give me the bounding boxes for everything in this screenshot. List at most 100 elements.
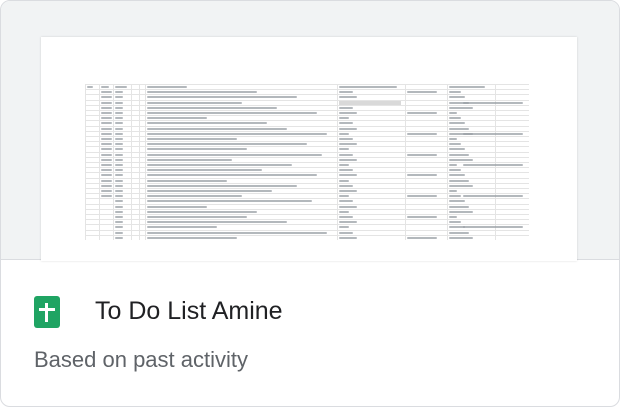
preview-cell-text	[101, 184, 112, 187]
preview-cell-text	[147, 200, 312, 203]
preview-cell-text	[147, 221, 287, 224]
preview-grid-row-line	[85, 141, 529, 143]
preview-cell-text	[147, 96, 297, 99]
preview-cell-text	[449, 216, 457, 218]
preview-grid-row-line	[85, 229, 529, 231]
preview-cell-text	[449, 190, 457, 192]
card-footer	[1, 260, 619, 406]
preview-cell-text	[115, 101, 123, 104]
preview-cell-text	[101, 106, 112, 109]
preview-cell-text	[339, 190, 357, 192]
preview-cell-text	[339, 226, 349, 229]
preview-grid-row-line	[85, 115, 529, 117]
preview-grid-row-line	[85, 193, 529, 195]
preview-cell-text	[449, 221, 461, 224]
preview-grid-row-line	[85, 234, 529, 236]
preview-cell-text	[115, 205, 123, 208]
preview-cell-text	[115, 158, 123, 161]
preview-grid-row-line	[85, 208, 529, 210]
preview-cell-text	[339, 174, 357, 177]
preview-cell-text	[101, 164, 112, 166]
preview-grid-row-line	[85, 99, 529, 101]
preview-cell-text	[101, 138, 112, 140]
preview-cell-text	[101, 148, 112, 151]
preview-cell-text	[339, 148, 349, 151]
preview-cell-text	[115, 132, 123, 135]
preview-cell-text	[101, 153, 112, 156]
preview-cell-text	[101, 127, 112, 130]
preview-cell-text	[115, 96, 123, 99]
preview-cell-text	[147, 205, 207, 208]
preview-cell-text	[115, 112, 123, 114]
preview-cell-text	[339, 96, 357, 99]
preview-cell-text	[449, 200, 465, 203]
preview-cell-text	[449, 91, 461, 94]
preview-cell-text	[339, 127, 357, 130]
preview-cell-text	[147, 210, 257, 213]
preview-cell-text	[115, 127, 123, 130]
preview-cell-text	[101, 179, 112, 182]
file-title[interactable]: To Do List Amine	[95, 295, 283, 327]
preview-grid-row-line	[85, 177, 529, 179]
preview-cell-text	[449, 153, 469, 156]
preview-cell-text	[449, 174, 465, 177]
preview-cell-text	[339, 195, 349, 198]
preview-cell-text	[101, 132, 112, 135]
preview-cell-text	[463, 164, 523, 166]
preview-cell-text	[449, 112, 457, 114]
preview-cell-text	[339, 138, 353, 140]
preview-cell-text	[147, 184, 297, 187]
preview-cell-text	[115, 174, 123, 177]
preview-cell-text	[115, 216, 123, 218]
preview-cell-text	[101, 143, 112, 146]
preview-grid-row-line	[85, 125, 529, 127]
preview-grid-row-line	[85, 104, 529, 106]
preview-cell-text	[101, 117, 112, 120]
preview-cell-text	[147, 148, 247, 151]
preview-cell-text	[147, 195, 242, 198]
preview-cell-text	[101, 158, 112, 161]
preview-cell-text	[463, 195, 523, 198]
preview-cell-text	[339, 117, 349, 120]
preview-cell-text	[147, 174, 317, 177]
preview-cell-text	[339, 143, 357, 146]
preview-cell-text	[449, 96, 465, 99]
preview-cell-text	[449, 195, 461, 198]
preview-grid-row-line	[85, 156, 529, 158]
preview-cell-text	[147, 138, 237, 140]
preview-cell-text	[339, 158, 357, 161]
preview-cell-text	[115, 153, 123, 156]
spreadsheet-preview-grid	[85, 84, 529, 244]
preview-cell-text	[449, 138, 457, 140]
preview-grid-row-line	[85, 130, 529, 132]
preview-cell-text	[339, 106, 353, 109]
file-thumbnail[interactable]	[1, 1, 619, 261]
preview-cell-text	[463, 132, 523, 135]
preview-cell-text	[449, 86, 485, 88]
preview-cell-text	[339, 200, 353, 203]
preview-cell-text	[147, 236, 237, 239]
preview-cell-text	[449, 184, 473, 187]
preview-cell-text	[115, 148, 123, 151]
preview-grid-row-line	[85, 224, 529, 226]
preview-cell-text	[115, 138, 123, 140]
preview-cell-text	[147, 153, 322, 156]
preview-cell-text	[115, 231, 123, 234]
preview-grid-row-line	[85, 146, 529, 148]
preview-cell-text	[463, 101, 523, 104]
preview-cell-text	[449, 122, 465, 125]
preview-cell-text	[115, 236, 123, 239]
preview-cell-text	[449, 143, 461, 146]
preview-cell-text	[449, 164, 457, 166]
preview-grid-row-line	[85, 219, 529, 221]
preview-cell-text	[115, 184, 123, 187]
preview-cell-text	[147, 179, 227, 182]
preview-cell-text	[101, 91, 112, 94]
preview-cell-text	[339, 231, 353, 234]
preview-grid-row-line	[85, 162, 529, 163]
preview-grid-row-line	[85, 172, 529, 174]
preview-cell-text	[449, 117, 461, 120]
preview-cell-text	[115, 195, 123, 198]
preview-cell-text	[407, 236, 437, 239]
preview-grid-row-line	[85, 120, 529, 122]
